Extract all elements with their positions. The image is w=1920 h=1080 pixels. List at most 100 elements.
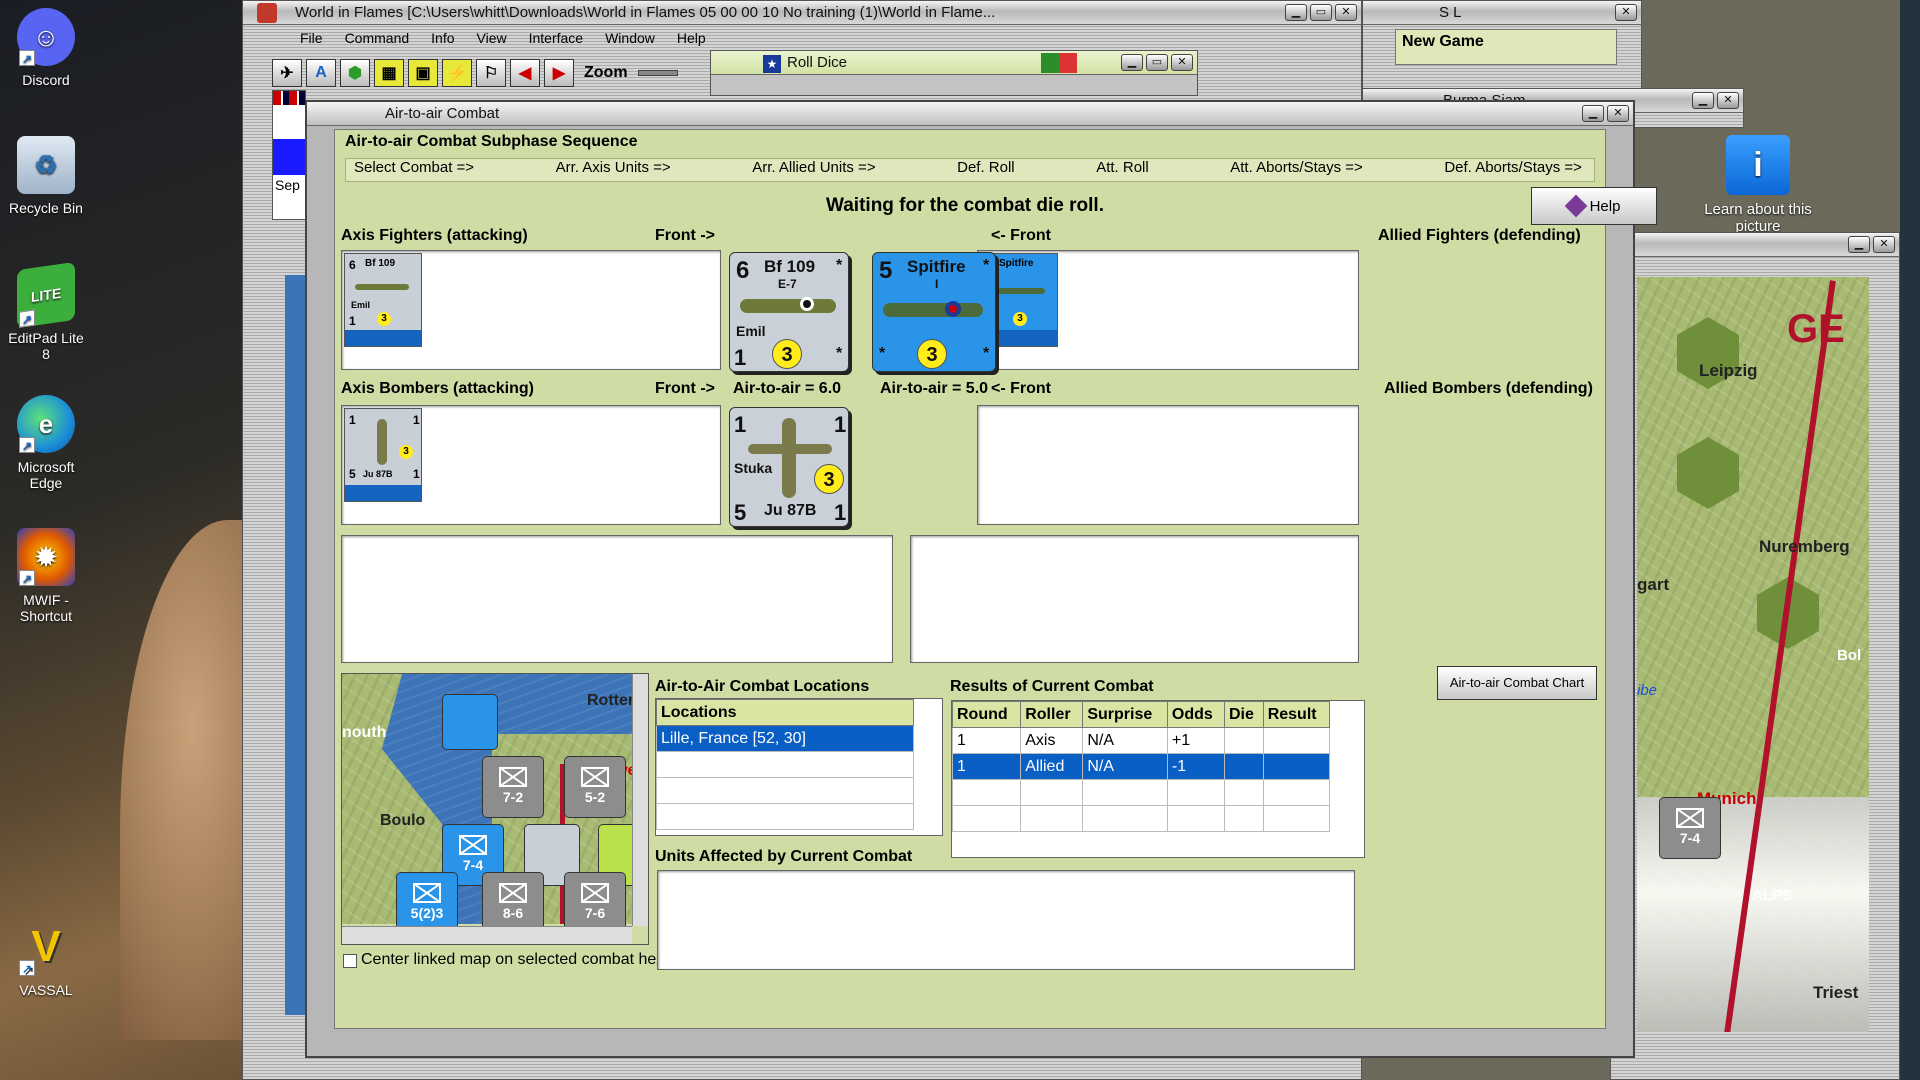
- axis-bombers-label: Axis Bombers (attacking): [341, 380, 534, 397]
- desktop-icon-edge[interactable]: e ↗ Microsoft Edge: [4, 395, 88, 491]
- text-tool-icon[interactable]: A: [306, 59, 336, 87]
- bf109-counter[interactable]: 6 Bf 109 E-7 * Emil 1 3 *: [729, 252, 849, 372]
- allied-fighters-label: Allied Fighters (defending): [1378, 227, 1581, 244]
- locations-panel: Locations Lille, France [52, 30]: [655, 698, 943, 836]
- axis-other-units-box[interactable]: [341, 535, 893, 663]
- desktop-icon-recycle-bin[interactable]: ♻ Recycle Bin: [4, 136, 88, 216]
- plane-icon: [991, 288, 1045, 294]
- city-label: Leipzig: [1699, 361, 1758, 380]
- plane-icon: [355, 284, 409, 290]
- units-affected-box[interactable]: [657, 870, 1355, 970]
- allied-bombers-label: Allied Bombers (defending): [1384, 380, 1593, 397]
- col-die: Die: [1223, 701, 1264, 728]
- flash-tool-icon[interactable]: ⚡: [442, 59, 472, 87]
- locations-title: Air-to-Air Combat Locations: [655, 678, 870, 695]
- minimize-icon[interactable]: ▁: [1582, 105, 1604, 122]
- step-arr-allied: Arr. Allied Units =>: [752, 159, 876, 176]
- arrow-right-icon[interactable]: ▶: [544, 59, 574, 87]
- maximize-icon[interactable]: ▭: [1310, 4, 1332, 21]
- map-unit-counter[interactable]: 7-4: [1659, 797, 1721, 859]
- location-row[interactable]: Lille, France [52, 30]: [656, 725, 914, 752]
- allied-fighters-box[interactable]: 5 Spitfire 3: [977, 250, 1359, 370]
- center-linked-checkbox[interactable]: [343, 954, 357, 968]
- minimap-vscroll[interactable]: [632, 674, 648, 926]
- new-game-item[interactable]: New Game: [1395, 29, 1617, 65]
- recycle-bin-icon: ♻: [17, 136, 75, 194]
- right-map-canvas[interactable]: GE Leipzig Nuremberg Munich ALPS Triest …: [1637, 277, 1869, 1032]
- menu-file[interactable]: File: [300, 30, 323, 46]
- col-surprise: Surprise: [1082, 701, 1168, 728]
- minimize-icon[interactable]: ▁: [1285, 4, 1307, 21]
- zoom-slider[interactable]: [637, 70, 678, 76]
- air-combat-chart-button[interactable]: Air-to-air Combat Chart: [1437, 666, 1597, 700]
- select-tool-icon[interactable]: ▣: [408, 59, 438, 87]
- minimize-icon[interactable]: ▁: [1121, 54, 1143, 71]
- help-button[interactable]: Help: [1531, 187, 1657, 225]
- desktop-right-strip: [1900, 0, 1920, 1080]
- menu-view[interactable]: View: [477, 30, 507, 46]
- map-unit-counter[interactable]: 7-2: [482, 756, 544, 818]
- river-label: ibe: [1637, 682, 1658, 699]
- city-label: Bol: [1837, 647, 1862, 664]
- table-row[interactable]: 1 Allied N/A -1: [951, 753, 1331, 780]
- map-unit-counter[interactable]: 5(2)3: [396, 872, 458, 934]
- discord-icon: ☺ ↗: [17, 8, 75, 66]
- stuka-counter[interactable]: 1 1 Stuka 3 5 Ju 87B 1: [729, 407, 849, 527]
- desktop-icon-vassal[interactable]: V ↗ VASSAL: [4, 918, 88, 998]
- bf109-mini-counter[interactable]: 6 Bf 109 Emil 1 3: [344, 253, 422, 347]
- nation-flags: [273, 91, 305, 105]
- sl-window: S L ✕ New Game: [1362, 0, 1642, 90]
- learn-about-picture[interactable]: i Learn about this picture: [1700, 135, 1816, 235]
- dialog-body: Air-to-air Combat Subphase Sequence Sele…: [334, 129, 1657, 1029]
- maximize-icon[interactable]: ▭: [1146, 54, 1168, 71]
- spitfire-map-counter[interactable]: [442, 694, 498, 750]
- close-icon[interactable]: ✕: [1335, 4, 1357, 21]
- close-icon[interactable]: ✕: [1607, 105, 1629, 122]
- hex-tool-icon[interactable]: ⬢: [340, 59, 370, 87]
- flag-tool-icon[interactable]: ⚐: [476, 59, 506, 87]
- stuka-mini-counter[interactable]: 1 1 5 Ju 87B 1 3: [344, 408, 422, 502]
- minimap-hscroll[interactable]: [342, 926, 632, 944]
- desktop-icon-mwif[interactable]: ✹ ↗ MWIF - Shortcut: [4, 528, 88, 624]
- allied-bombers-box[interactable]: [977, 405, 1359, 525]
- table-row[interactable]: 1 Axis N/A +1: [951, 727, 1331, 754]
- menu-help[interactable]: Help: [677, 30, 706, 46]
- plane-icon: [740, 299, 836, 313]
- plane-icon: [782, 418, 796, 498]
- minimize-icon[interactable]: ▁: [1848, 236, 1870, 253]
- allied-other-units-box[interactable]: [910, 535, 1359, 663]
- close-icon[interactable]: ✕: [1615, 4, 1637, 21]
- menu-window[interactable]: Window: [605, 30, 655, 46]
- map-unit-counter[interactable]: 5-2: [564, 756, 626, 818]
- sl-title: S L: [1439, 4, 1462, 21]
- menu-interface[interactable]: Interface: [529, 30, 583, 46]
- spitfire-counter[interactable]: 5 Spitfire I * * 3 *: [872, 252, 996, 372]
- arrow-left-icon[interactable]: ◀: [510, 59, 540, 87]
- menu-command[interactable]: Command: [345, 30, 410, 46]
- city-label: gart: [1637, 575, 1670, 594]
- roll-dice-titlebar: Roll Dice ▁ ▭ ✕: [711, 51, 1197, 75]
- nation-panel: [273, 139, 305, 175]
- map-unit-counter[interactable]: 8-6: [482, 872, 544, 934]
- axis-fighters-box[interactable]: 6 Bf 109 Emil 1 3: [341, 250, 721, 370]
- grid-tool-icon[interactable]: ▦: [374, 59, 404, 87]
- minimize-icon[interactable]: ▁: [1692, 92, 1714, 109]
- axis-bombers-box[interactable]: 1 1 5 Ju 87B 1 3: [341, 405, 721, 525]
- plane-tool-icon[interactable]: ✈: [272, 59, 302, 87]
- main-toolbar: ✈ A ⬢ ▦ ▣ ⚡ ⚐ ◀ ▶ Zoom: [272, 58, 678, 88]
- col-odds: Odds: [1166, 701, 1225, 728]
- close-icon[interactable]: ✕: [1171, 54, 1193, 71]
- background-map-sliver: [285, 275, 307, 1015]
- menu-info[interactable]: Info: [431, 30, 454, 46]
- close-icon[interactable]: ✕: [1717, 92, 1739, 109]
- desktop-icon-discord[interactable]: ☺ ↗ Discord: [4, 8, 88, 88]
- main-menubar: File Command Info View Interface Window …: [300, 30, 728, 46]
- close-icon[interactable]: ✕: [1873, 236, 1895, 253]
- desktop-icon-label: Discord: [22, 72, 70, 88]
- city-label: Triest: [1813, 983, 1859, 1002]
- axis-fighters-label: Axis Fighters (attacking): [341, 227, 528, 244]
- combat-minimap[interactable]: Rotterd nouth Boulo ntwerp 7-2 5-2 7-4 5…: [341, 673, 649, 945]
- map-unit-counter[interactable]: 7-6: [564, 872, 626, 934]
- desktop-icon-editpad[interactable]: LITE ↗ EditPad Lite 8: [4, 261, 88, 362]
- results-title: Results of Current Combat: [950, 678, 1154, 695]
